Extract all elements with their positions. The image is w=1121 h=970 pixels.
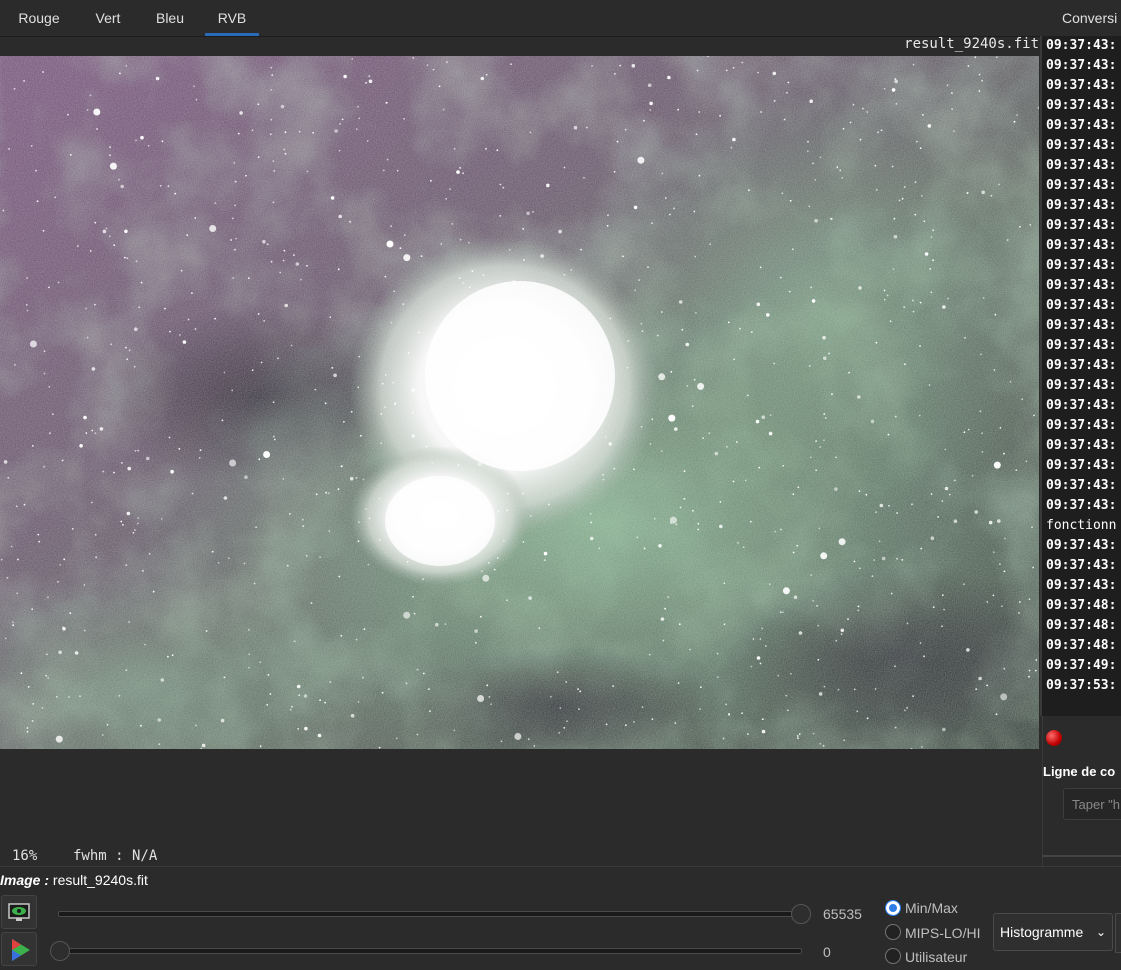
image-name-label: Image : result_9240s.fit	[0, 872, 148, 888]
log-line: 09:37:43:	[1046, 138, 1117, 153]
command-line-label: Ligne de co	[1043, 764, 1116, 779]
chevron-down-icon: ⌄	[1095, 925, 1106, 939]
low-slider-value: 0	[823, 944, 831, 960]
fwhm-readout: fwhm : N/A	[73, 848, 158, 864]
log-line: 09:37:43:	[1046, 558, 1117, 573]
radio-user[interactable]	[885, 948, 901, 964]
high-slider-track[interactable]	[58, 911, 802, 917]
high-slider-handle[interactable]	[791, 904, 811, 924]
eye-monitor-icon	[8, 903, 30, 921]
log-line: 09:37:43:	[1046, 538, 1117, 553]
log-line: 09:37:53:	[1046, 678, 1117, 693]
high-slider-value: 65535	[823, 906, 862, 922]
log-line: 09:37:43:	[1046, 418, 1117, 433]
log-line: 09:37:43:	[1046, 278, 1117, 293]
radio-minmax[interactable]	[885, 900, 901, 916]
tab-vert[interactable]: Vert	[86, 0, 130, 36]
histogram-select[interactable]: Histogramme ⌄	[993, 913, 1113, 951]
image-name: result_9240s.fit	[52, 872, 148, 888]
tab-rouge[interactable]: Rouge	[8, 0, 70, 36]
log-line: 09:37:48:	[1046, 598, 1117, 613]
console-log[interactable]: 09:37:43: 09:37:43: 09:37:43: 09:37:43: 09:3…	[1040, 36, 1121, 716]
log-line: 09:37:43:	[1046, 478, 1117, 493]
radio-user-label: Utilisateur	[905, 949, 968, 965]
viewer-tabbar: Rouge Vert Bleu RVB	[0, 0, 1040, 37]
log-line: 09:37:43:	[1046, 178, 1117, 193]
histogram-select-value: Histogramme	[1000, 924, 1084, 940]
log-line: 09:37:43:	[1046, 578, 1117, 593]
log-line: 09:37:43:	[1046, 158, 1117, 173]
log-line: 09:37:43:	[1046, 238, 1117, 253]
log-line: 09:37:43:	[1046, 78, 1117, 93]
log-line: 09:37:43:	[1046, 458, 1117, 473]
log-line: 09:37:43:	[1046, 218, 1117, 233]
log-line: 09:37:43:	[1046, 98, 1117, 113]
radio-minmax-label: Min/Max	[905, 900, 958, 916]
log-line: 09:37:43:	[1046, 198, 1117, 213]
image-filename: result_9240s.fit	[904, 36, 1039, 52]
log-line: 09:37:43:	[1046, 58, 1117, 73]
log-line: 09:37:48:	[1046, 618, 1117, 633]
record-stop-icon[interactable]	[1046, 730, 1062, 746]
low-slider-track[interactable]	[58, 948, 802, 954]
log-line: 09:37:43:	[1046, 358, 1117, 373]
radio-mips[interactable]	[885, 924, 901, 940]
histogram-toggle-button[interactable]	[1, 895, 37, 929]
divider	[1042, 855, 1121, 857]
log-line: 09:37:43:	[1046, 398, 1117, 413]
color-triangle-icon	[12, 939, 30, 961]
zoom-level: 16%	[12, 848, 38, 864]
radio-mips-label: MIPS-LO/HI	[905, 925, 981, 941]
next-select[interactable]	[1115, 913, 1121, 953]
right-tabbar: Conversi	[1042, 0, 1121, 36]
log-line: 09:37:43:	[1046, 298, 1117, 313]
log-line: fonctionn	[1046, 518, 1117, 533]
log-line: 09:37:49:	[1046, 658, 1117, 673]
log-line: 09:37:43:	[1046, 378, 1117, 393]
log-line: 09:37:43:	[1046, 338, 1117, 353]
image-label: Image :	[0, 872, 50, 888]
log-line: 09:37:43:	[1046, 498, 1117, 513]
log-line: 09:37:43:	[1046, 438, 1117, 453]
log-line: 09:37:43:	[1046, 318, 1117, 333]
log-line: 09:37:43:	[1046, 118, 1117, 133]
command-input[interactable]: Taper "h	[1063, 788, 1121, 820]
tab-bleu[interactable]: Bleu	[146, 0, 194, 36]
tab-rvb[interactable]: RVB	[205, 0, 259, 36]
tab-conversion[interactable]: Conversi	[1062, 0, 1121, 36]
log-line: 09:37:43:	[1046, 38, 1117, 53]
astro-image[interactable]	[0, 56, 1039, 749]
color-toggle-button[interactable]	[1, 932, 37, 966]
log-line: 09:37:48:	[1046, 638, 1117, 653]
low-slider-handle[interactable]	[50, 941, 70, 961]
log-line: 09:37:43:	[1046, 258, 1117, 273]
